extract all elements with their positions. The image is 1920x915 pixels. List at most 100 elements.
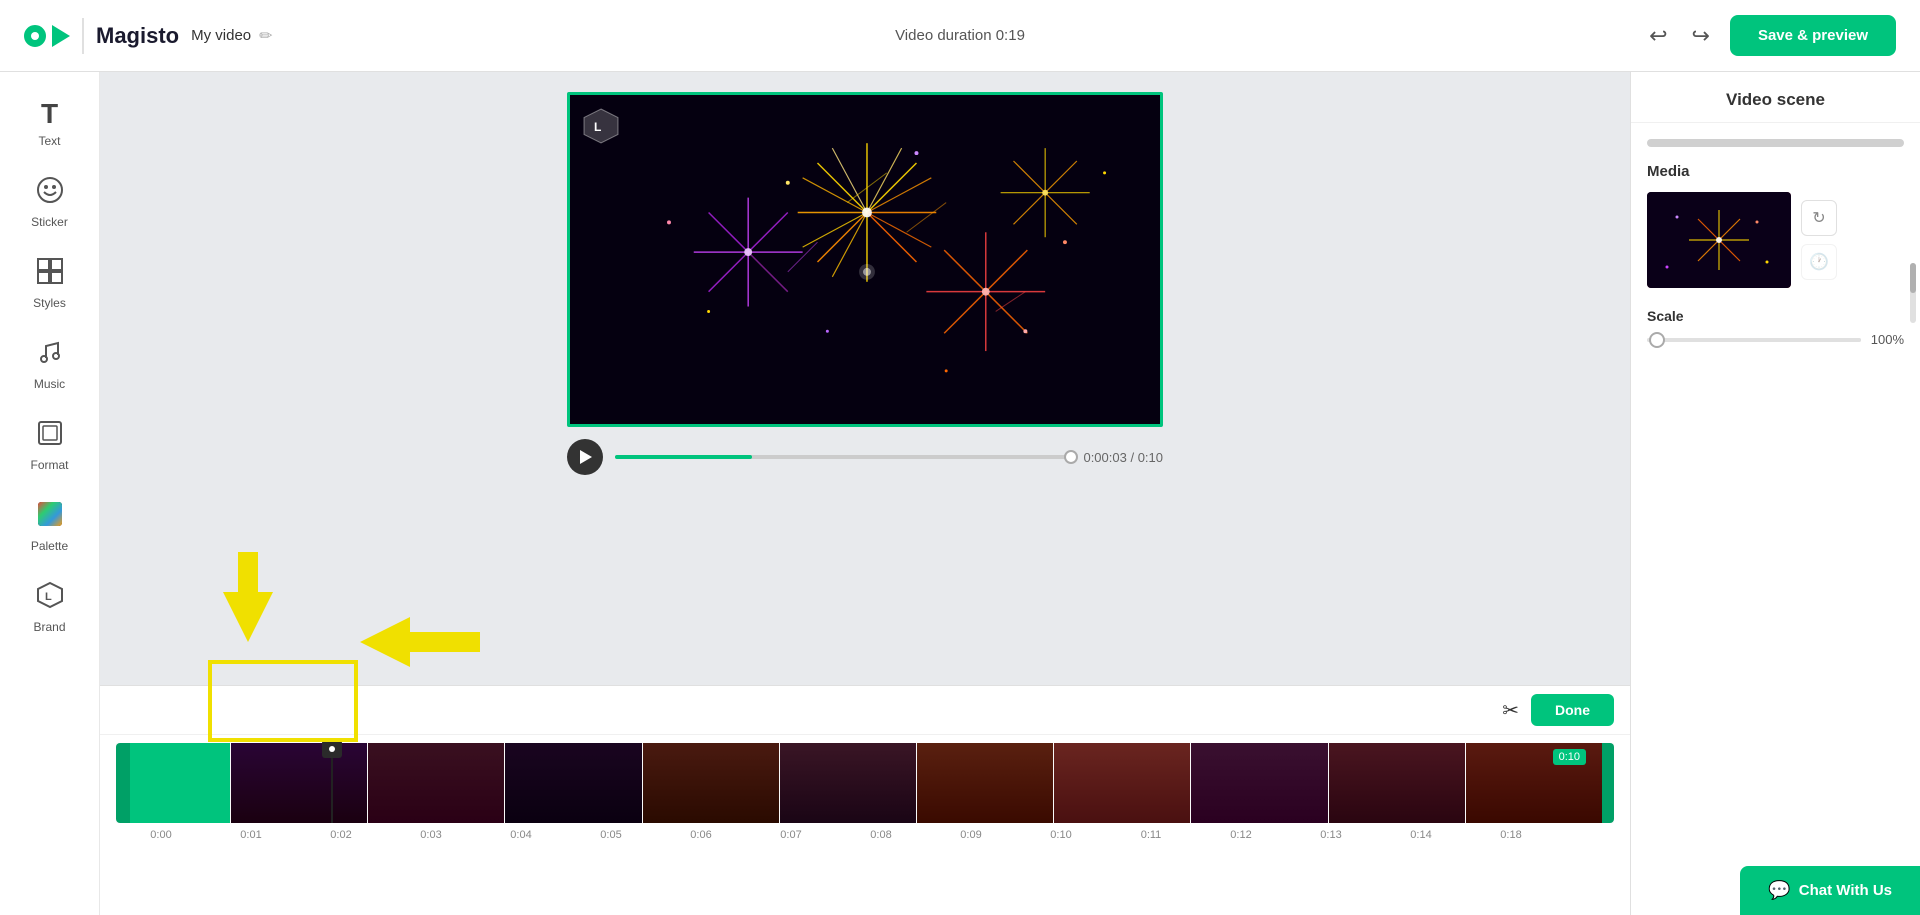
save-preview-button[interactable]: Save & preview	[1730, 15, 1896, 56]
scale-row: 100%	[1647, 332, 1904, 347]
logo-icons: Magisto	[24, 18, 179, 54]
timeline-video-frames	[231, 743, 1602, 823]
sidebar-item-format[interactable]: Format	[10, 409, 90, 482]
arrow-left-annotation	[360, 612, 480, 677]
timeline-end-badge: 0:10	[1553, 749, 1586, 765]
timeline-frame	[1054, 743, 1190, 823]
sidebar-item-text[interactable]: T Text	[10, 88, 90, 158]
palette-icon	[36, 500, 64, 535]
time-mark-18: 0:18	[1466, 829, 1556, 841]
redo-button[interactable]: ↪	[1688, 19, 1714, 53]
refresh-icon: ↻	[1812, 208, 1825, 228]
sidebar-item-label-format: Format	[30, 458, 68, 472]
right-panel-scrollbar[interactable]	[1910, 263, 1916, 323]
video-title-area: My video ✏	[191, 26, 272, 46]
sidebar-item-palette[interactable]: Palette	[10, 490, 90, 563]
sidebar-item-label-palette: Palette	[31, 539, 68, 553]
format-icon	[36, 419, 64, 454]
svg-text:L: L	[594, 120, 601, 134]
time-mark-6: 0:06	[656, 829, 746, 841]
bottom-toolbar: ✂ Done	[100, 686, 1630, 735]
sidebar-item-sticker[interactable]: Sticker	[10, 166, 90, 239]
done-button[interactable]: Done	[1531, 694, 1614, 726]
timeline-area: 0:10 0:00 0:01 0:02 0:03 0:04	[116, 743, 1614, 841]
bottom-area: ✂ Done	[100, 685, 1630, 915]
media-row: ↻ 🕐	[1647, 192, 1904, 288]
scale-slider[interactable]	[1647, 338, 1861, 342]
sticker-icon	[36, 176, 64, 211]
media-thumb-inner	[1647, 192, 1791, 288]
hex-badge: L	[582, 107, 620, 150]
refresh-media-button[interactable]: ↻	[1801, 200, 1837, 236]
fireworks-display: L	[570, 95, 1160, 424]
timeline-left-handle[interactable]	[116, 743, 130, 823]
scroll-indicator	[1647, 139, 1904, 147]
video-title: My video	[191, 27, 251, 44]
clock-icon: 🕐	[1809, 252, 1829, 272]
timeline-right-handle[interactable]	[1602, 743, 1614, 823]
timeline-frame	[231, 743, 367, 823]
logo-divider	[82, 18, 84, 54]
timeline-frame	[643, 743, 779, 823]
undo-button[interactable]: ↩	[1645, 19, 1671, 53]
sidebar-item-music[interactable]: Music	[10, 328, 90, 401]
chat-with-us-button[interactable]: 💬 Chat With Us	[1740, 866, 1920, 915]
svg-text:L: L	[45, 591, 52, 603]
sidebar-item-label-sticker: Sticker	[31, 215, 68, 229]
logo-text: Magisto	[96, 23, 179, 49]
header-left: Magisto My video ✏	[24, 18, 273, 54]
time-mark-14: 0:14	[1376, 829, 1466, 841]
sidebar: T Text Sticker Styles Music Format	[0, 72, 100, 915]
time-ruler: 0:00 0:01 0:02 0:03 0:04 0:05 0:06 0:07 …	[116, 823, 1614, 841]
time-mark-5: 0:05	[566, 829, 656, 841]
time-mark-0: 0:00	[116, 829, 206, 841]
time-mark-2: 0:02	[296, 829, 386, 841]
chat-icon: 💬	[1768, 880, 1790, 901]
time-mark-4: 0:04	[476, 829, 566, 841]
media-section-label: Media	[1647, 163, 1904, 180]
video-preview: L	[567, 92, 1163, 427]
music-icon	[36, 338, 64, 373]
timeline-frame	[505, 743, 641, 823]
time-mark-11: 0:11	[1106, 829, 1196, 841]
timeline-frame-green	[130, 743, 230, 823]
scale-value: 100%	[1871, 332, 1904, 347]
right-panel-title: Video scene	[1631, 72, 1920, 123]
timeline-frame	[368, 743, 504, 823]
timeline-frame	[917, 743, 1053, 823]
sidebar-item-brand[interactable]: L Brand	[10, 571, 90, 644]
header-right: ↩ ↪ Save & preview	[1645, 15, 1896, 56]
controls-bar: 0:00:03 / 0:10	[567, 439, 1163, 475]
sidebar-item-label-text: Text	[38, 134, 60, 148]
scissors-icon[interactable]: ✂	[1502, 698, 1519, 723]
sidebar-item-styles[interactable]: Styles	[10, 247, 90, 320]
time-mark-10: 0:10	[1016, 829, 1106, 841]
sidebar-item-label-music: Music	[34, 377, 65, 391]
chat-label: Chat With Us	[1799, 882, 1892, 899]
scrollbar-thumb[interactable]	[1910, 263, 1916, 293]
edit-title-icon[interactable]: ✏	[259, 26, 272, 46]
timeline-frame	[1329, 743, 1465, 823]
playhead-dot	[329, 746, 335, 752]
brand-icon: L	[36, 581, 64, 616]
timeline-container: 0:10 0:00 0:01 0:02 0:03 0:04	[100, 735, 1630, 841]
right-panel-content: Media	[1631, 123, 1920, 915]
logo-play-icon	[52, 25, 70, 47]
progress-bar[interactable]	[615, 455, 1071, 459]
time-display: 0:00:03 / 0:10	[1083, 450, 1163, 465]
play-triangle-icon	[580, 450, 592, 464]
progress-dot	[1064, 450, 1078, 464]
time-mark-3: 0:03	[386, 829, 476, 841]
schedule-media-button[interactable]: 🕐	[1801, 244, 1837, 280]
timeline-track[interactable]: 0:10	[116, 743, 1614, 823]
scale-slider-thumb[interactable]	[1649, 332, 1665, 348]
time-mark-8: 0:08	[836, 829, 926, 841]
play-button[interactable]	[567, 439, 603, 475]
media-thumbnail[interactable]	[1647, 192, 1791, 288]
time-mark-12: 0:12	[1196, 829, 1286, 841]
time-mark-7: 0:07	[746, 829, 836, 841]
playhead[interactable]	[331, 743, 333, 823]
media-action-icons: ↻ 🕐	[1801, 200, 1837, 280]
arrow-down-annotation	[218, 552, 278, 647]
sidebar-item-label-styles: Styles	[33, 296, 66, 310]
